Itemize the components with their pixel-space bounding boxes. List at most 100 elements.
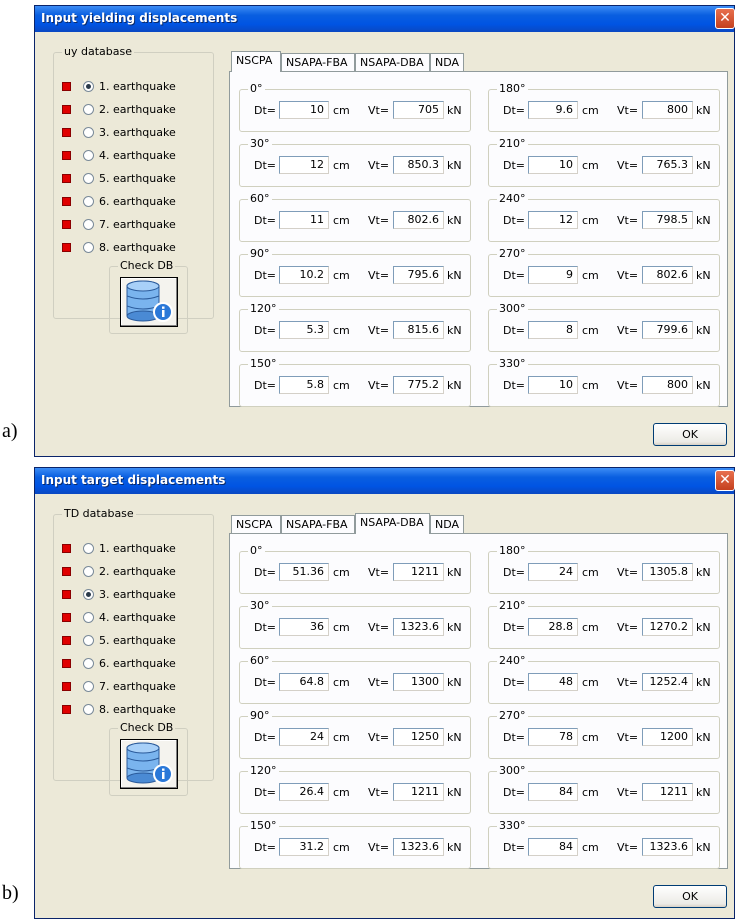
vt-input[interactable]: 1200 <box>642 728 693 746</box>
tab-nsapa-dba[interactable]: NSAPA-DBA <box>355 513 430 534</box>
dt-input[interactable]: 11 <box>279 211 329 229</box>
dt-unit: cm <box>333 621 350 634</box>
earthquake-radio[interactable] <box>83 218 94 230</box>
dt-input[interactable]: 12 <box>528 211 578 229</box>
title-bar[interactable]: Input yielding displacements ✕ <box>35 6 735 32</box>
tab-nsapa-fba[interactable]: NSAPA-FBA <box>281 53 355 71</box>
vt-input[interactable]: 802.6 <box>642 266 693 284</box>
tab-nda[interactable]: NDA <box>430 53 464 71</box>
vt-input[interactable]: 1270.2 <box>642 618 693 636</box>
vt-input[interactable]: 1305.8 <box>642 563 693 581</box>
earthquake-option[interactable]: 8. earthquake <box>62 239 176 255</box>
dt-input[interactable]: 51.36 <box>279 563 329 581</box>
earthquake-radio[interactable] <box>83 703 94 715</box>
vt-input[interactable]: 799.6 <box>642 321 693 339</box>
dt-input[interactable]: 10 <box>279 101 329 119</box>
earthquake-option[interactable]: 1. earthquake <box>62 78 176 94</box>
dt-input[interactable]: 26.4 <box>279 783 329 801</box>
vt-input[interactable]: 1323.6 <box>393 838 444 856</box>
earthquake-radio[interactable] <box>83 80 94 92</box>
earthquake-radio[interactable] <box>83 195 94 207</box>
dt-input[interactable]: 24 <box>528 563 578 581</box>
dt-input[interactable]: 8 <box>528 321 578 339</box>
earthquake-radio[interactable] <box>83 149 94 161</box>
earthquake-option[interactable]: 5. earthquake <box>62 170 176 186</box>
tab-nscpa[interactable]: NSCPA <box>231 51 281 72</box>
ok-button[interactable]: OK <box>653 885 727 908</box>
vt-input[interactable]: 1252.4 <box>642 673 693 691</box>
earthquake-radio[interactable] <box>83 241 94 253</box>
vt-input[interactable]: 800 <box>642 101 693 119</box>
earthquake-option[interactable]: 7. earthquake <box>62 216 176 232</box>
dt-input[interactable]: 78 <box>528 728 578 746</box>
dt-input[interactable]: 24 <box>279 728 329 746</box>
earthquake-radio[interactable] <box>83 611 94 623</box>
vt-input[interactable]: 765.3 <box>642 156 693 174</box>
earthquake-option[interactable]: 4. earthquake <box>62 147 176 163</box>
earthquake-radio[interactable] <box>83 657 94 669</box>
dt-input[interactable]: 5.8 <box>279 376 329 394</box>
dt-input[interactable]: 36 <box>279 618 329 636</box>
vt-input[interactable]: 1300 <box>393 673 444 691</box>
check-db-button[interactable] <box>120 739 178 789</box>
dt-input[interactable]: 10 <box>528 156 578 174</box>
vt-input[interactable]: 1323.6 <box>642 838 693 856</box>
earthquake-option[interactable]: 6. earthquake <box>62 193 176 209</box>
vt-input[interactable]: 1211 <box>393 563 444 581</box>
tab-nda[interactable]: NDA <box>430 515 464 533</box>
vt-input[interactable]: 1323.6 <box>393 618 444 636</box>
dt-input[interactable]: 5.3 <box>279 321 329 339</box>
earthquake-radio[interactable] <box>83 542 94 554</box>
dt-input[interactable]: 64.8 <box>279 673 329 691</box>
vt-input[interactable]: 705 <box>393 101 444 119</box>
dt-input[interactable]: 28.8 <box>528 618 578 636</box>
dt-input[interactable]: 10.2 <box>279 266 329 284</box>
earthquake-option[interactable]: 8. earthquake <box>62 701 176 717</box>
dt-label: Dt= <box>503 621 525 634</box>
earthquake-radio[interactable] <box>83 126 94 138</box>
dt-input[interactable]: 9.6 <box>528 101 578 119</box>
dt-unit: cm <box>333 786 350 799</box>
earthquake-radio[interactable] <box>83 634 94 646</box>
earthquake-option[interactable]: 7. earthquake <box>62 678 176 694</box>
dt-input[interactable]: 9 <box>528 266 578 284</box>
dt-input[interactable]: 12 <box>279 156 329 174</box>
vt-input[interactable]: 775.2 <box>393 376 444 394</box>
vt-input[interactable]: 1211 <box>642 783 693 801</box>
tab-nscpa[interactable]: NSCPA <box>231 515 281 533</box>
earthquake-option[interactable]: 1. earthquake <box>62 540 176 556</box>
ok-button[interactable]: OK <box>653 423 727 446</box>
dt-input[interactable]: 48 <box>528 673 578 691</box>
earthquake-option[interactable]: 6. earthquake <box>62 655 176 671</box>
vt-input[interactable]: 815.6 <box>393 321 444 339</box>
vt-label: Vt= <box>617 566 639 579</box>
earthquake-radio[interactable] <box>83 680 94 692</box>
close-button[interactable]: ✕ <box>715 8 735 29</box>
dt-input[interactable]: 84 <box>528 838 578 856</box>
dt-input[interactable]: 10 <box>528 376 578 394</box>
earthquake-option[interactable]: 3. earthquake <box>62 124 176 140</box>
earthquake-radio[interactable] <box>83 172 94 184</box>
earthquake-option[interactable]: 5. earthquake <box>62 632 176 648</box>
vt-input[interactable]: 800 <box>642 376 693 394</box>
dt-input[interactable]: 84 <box>528 783 578 801</box>
vt-input[interactable]: 1211 <box>393 783 444 801</box>
earthquake-radio[interactable] <box>83 588 94 600</box>
tab-nsapa-dba[interactable]: NSAPA-DBA <box>355 53 430 71</box>
dt-input[interactable]: 31.2 <box>279 838 329 856</box>
earthquake-radio[interactable] <box>83 565 94 577</box>
earthquake-option[interactable]: 3. earthquake <box>62 586 176 602</box>
earthquake-option[interactable]: 2. earthquake <box>62 101 176 117</box>
vt-input[interactable]: 802.6 <box>393 211 444 229</box>
earthquake-radio[interactable] <box>83 103 94 115</box>
title-bar[interactable]: Input target displacements ✕ <box>35 468 735 494</box>
close-button[interactable]: ✕ <box>715 470 735 491</box>
vt-input[interactable]: 795.6 <box>393 266 444 284</box>
earthquake-option[interactable]: 2. earthquake <box>62 563 176 579</box>
vt-input[interactable]: 798.5 <box>642 211 693 229</box>
earthquake-option[interactable]: 4. earthquake <box>62 609 176 625</box>
tab-nsapa-fba[interactable]: NSAPA-FBA <box>281 515 355 533</box>
vt-input[interactable]: 1250 <box>393 728 444 746</box>
check-db-button[interactable] <box>120 277 178 327</box>
vt-input[interactable]: 850.3 <box>393 156 444 174</box>
